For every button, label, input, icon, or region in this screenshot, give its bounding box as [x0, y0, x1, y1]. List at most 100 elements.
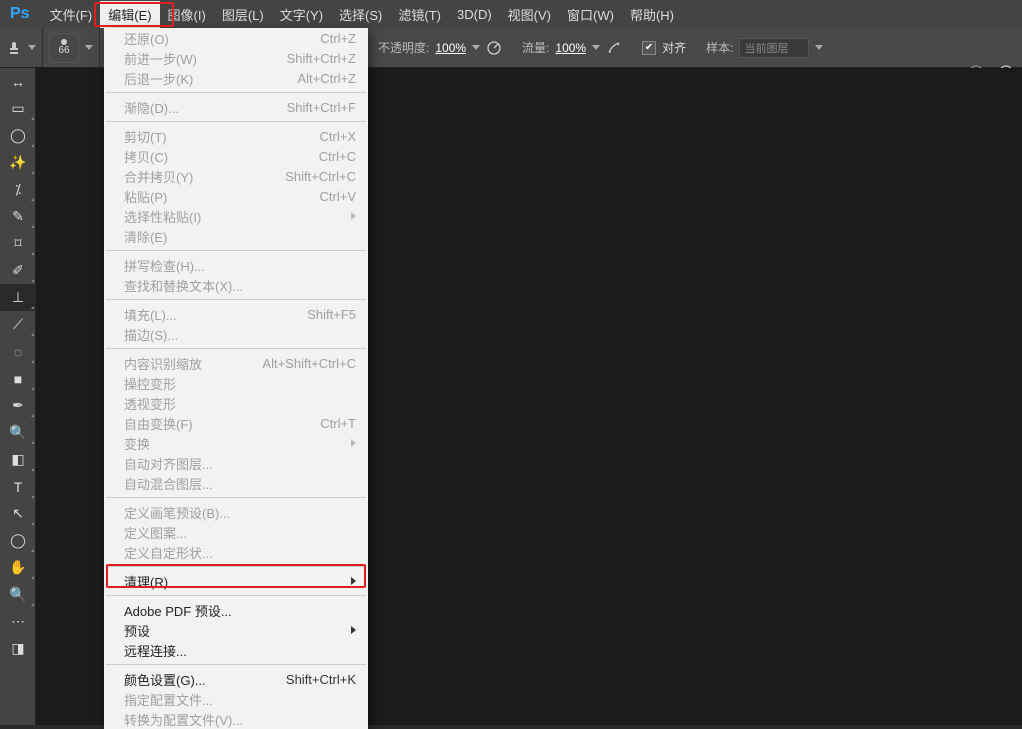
menu-item[interactable]: 远程连接... [104, 640, 368, 660]
menu-item-label: 自动对齐图层... [124, 454, 213, 473]
tool-eyedropper[interactable]: ✎ [0, 203, 36, 230]
chevron-down-icon[interactable] [815, 45, 823, 50]
menu-shortcut: Ctrl+V [320, 189, 356, 204]
menu-item: 自由变换(F)Ctrl+T [104, 413, 368, 433]
menu-image[interactable]: 图像(I) [160, 1, 214, 28]
tool-blur[interactable]: ✒ [0, 392, 36, 419]
menu-item-label: 清理(R) [124, 572, 168, 591]
menu-separator [106, 566, 366, 567]
menubar: Ps 文件(F) 编辑(E) 图像(I) 图层(L) 文字(Y) 选择(S) 滤… [0, 0, 1022, 28]
menu-item-label: 定义画笔预设(B)... [124, 503, 230, 522]
tool-dodge[interactable]: 🔍 [0, 419, 36, 446]
path-select-icon: ↖ [12, 505, 24, 522]
brush-picker[interactable]: 66 [43, 28, 100, 67]
menu-item: 填充(L)...Shift+F5 [104, 304, 368, 324]
menu-help[interactable]: 帮助(H) [622, 1, 682, 28]
menu-separator [106, 595, 366, 596]
tool-edit-toolbar[interactable]: ⋯ [0, 608, 36, 635]
menu-item-label: 透视变形 [124, 394, 176, 413]
menu-separator [106, 250, 366, 251]
tool-clone-stamp[interactable]: ⊥ [0, 284, 36, 311]
move-icon: ↔ [11, 74, 25, 90]
menu-item-label: 定义图案... [124, 523, 187, 542]
tool-color-swap[interactable]: ◨ [0, 635, 36, 662]
menu-shortcut: Shift+Ctrl+F [287, 100, 356, 115]
tool-lasso[interactable]: ◯ [0, 122, 36, 149]
tool-crop[interactable]: ⁒ [0, 176, 36, 203]
menu-item-label: 剪切(T) [124, 127, 167, 146]
menu-separator [106, 299, 366, 300]
menu-item-label: 自由变换(F) [124, 414, 193, 433]
menu-item[interactable]: 颜色设置(G)...Shift+Ctrl+K [104, 669, 368, 689]
swatch-icon: ◨ [11, 640, 24, 657]
tool-move[interactable]: ↔ [0, 68, 36, 95]
menu-item: 定义画笔预设(B)... [104, 502, 368, 522]
menu-filter[interactable]: 滤镜(T) [390, 1, 449, 28]
align-checkbox[interactable] [642, 41, 656, 55]
menu-type[interactable]: 文字(Y) [272, 1, 331, 28]
tool-shape[interactable]: ◯ [0, 527, 36, 554]
menu-view[interactable]: 视图(V) [500, 1, 559, 28]
type-icon: T [14, 479, 23, 495]
menu-item-label: 拼写检查(H)... [124, 256, 205, 275]
tool-path-select[interactable]: ↖ [0, 500, 36, 527]
submenu-arrow-icon [351, 626, 356, 634]
menu-item-label: 内容识别缩放 [124, 354, 202, 373]
menu-item: 拼写检查(H)... [104, 255, 368, 275]
menu-edit[interactable]: 编辑(E) [100, 1, 159, 28]
menu-item-label: 粘贴(P) [124, 187, 167, 206]
pen-icon: ◧ [11, 451, 24, 468]
menu-item-label: 自动混合图层... [124, 474, 213, 493]
app-logo: Ps [0, 5, 42, 23]
menu-item-label: 指定配置文件... [124, 690, 213, 709]
menu-item-label: 远程连接... [124, 641, 187, 660]
menu-item-label: 拷贝(C) [124, 147, 168, 166]
flow-value[interactable]: 100% [555, 41, 586, 55]
edit-menu-dropdown: 还原(O)Ctrl+Z前进一步(W)Shift+Ctrl+Z后退一步(K)Alt… [104, 28, 368, 729]
menu-item: 操控变形 [104, 373, 368, 393]
menu-window[interactable]: 窗口(W) [559, 1, 622, 28]
tool-healing[interactable]: ⌑ [0, 230, 36, 257]
menu-item[interactable]: Adobe PDF 预设... [104, 600, 368, 620]
menu-separator [106, 92, 366, 93]
airbrush-icon[interactable] [606, 40, 622, 56]
tool-hand[interactable]: ✋ [0, 554, 36, 581]
tool-magic-wand[interactable]: ✨ [0, 149, 36, 176]
tool-marquee[interactable]: ▭ [0, 95, 36, 122]
menu-item[interactable]: 清理(R) [104, 571, 368, 591]
submenu-arrow-icon [351, 212, 356, 220]
menu-item-label: 描边(S)... [124, 325, 178, 344]
menu-select[interactable]: 选择(S) [331, 1, 390, 28]
menu-separator [106, 497, 366, 498]
sample-value: 当前图层 [744, 40, 788, 56]
tool-eraser[interactable]: ◌ [0, 338, 36, 365]
tool-gradient[interactable]: ■ [0, 365, 36, 392]
tool-preset[interactable] [0, 28, 43, 67]
tool-history-brush[interactable]: ⟋ [0, 311, 36, 338]
chevron-down-icon[interactable] [592, 45, 600, 50]
menu-3d[interactable]: 3D(D) [449, 3, 500, 26]
sample-dropdown[interactable]: 当前图层 [739, 38, 809, 58]
menu-item[interactable]: 预设 [104, 620, 368, 640]
menu-item: 查找和替换文本(X)... [104, 275, 368, 295]
healing-icon: ⌑ [14, 235, 21, 252]
menu-layer[interactable]: 图层(L) [214, 1, 272, 28]
menu-item: 粘贴(P) Ctrl+V [104, 186, 368, 206]
shape-icon: ◯ [10, 532, 26, 549]
tool-brush[interactable]: ✐ [0, 257, 36, 284]
menu-item: 剪切(T)Ctrl+X [104, 126, 368, 146]
menu-item-label: 还原(O) [124, 29, 169, 48]
tool-type[interactable]: T [0, 473, 36, 500]
align-label: 对齐 [662, 39, 686, 56]
menu-file[interactable]: 文件(F) [42, 1, 101, 28]
opacity-value[interactable]: 100% [435, 41, 466, 55]
menu-item-label: Adobe PDF 预设... [124, 601, 232, 620]
brush-thumb: 66 [49, 33, 79, 63]
tool-zoom[interactable]: 🔍 [0, 581, 36, 608]
tablet-pressure-opacity-icon[interactable] [486, 40, 502, 56]
tool-pen[interactable]: ◧ [0, 446, 36, 473]
menu-item: 合并拷贝(Y)Shift+Ctrl+C [104, 166, 368, 186]
tools-panel: ↔ ▭ ◯ ✨ ⁒ ✎ ⌑ ✐ ⊥ ⟋ ◌ ■ ✒ 🔍 ◧ T ↖ ◯ ✋ 🔍 … [0, 68, 36, 725]
menu-item: 渐隐(D)...Shift+Ctrl+F [104, 97, 368, 117]
chevron-down-icon[interactable] [472, 45, 480, 50]
